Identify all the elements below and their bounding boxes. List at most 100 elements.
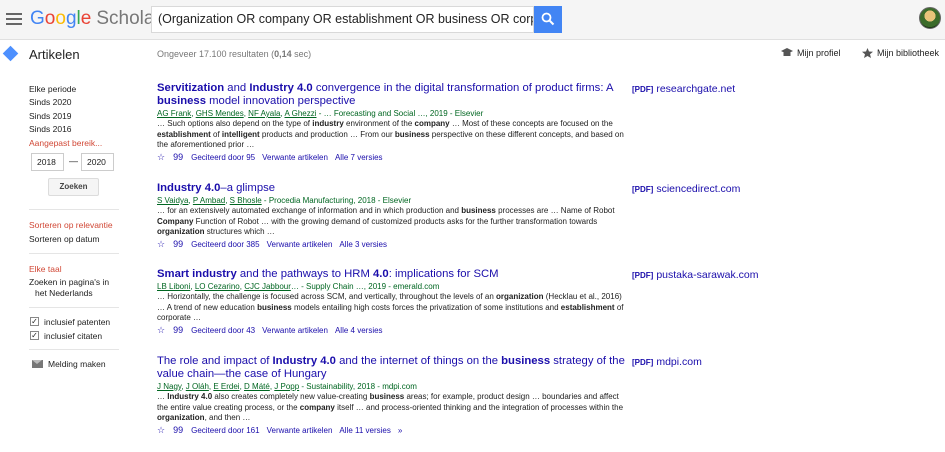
author-link[interactable]: LO Cezarino (195, 282, 240, 291)
snippet-part: … Most of these concepts are focused on … (449, 119, 613, 128)
result-title-link[interactable]: Smart industry and the pathways to HRM 4… (157, 268, 627, 281)
author-link[interactable]: AG Frank (157, 109, 191, 118)
snippet-part: processes are … Name of Robot (495, 206, 615, 215)
snippet-part: establishment (157, 129, 211, 139)
all-versions-link[interactable]: Alle 4 versies (335, 326, 383, 335)
pdf-link[interactable]: [PDF] pustaka-sarawak.com (632, 269, 758, 281)
filter-custom-range[interactable]: Aangepast bereik... (29, 138, 102, 148)
author-link[interactable]: J Oláh (186, 382, 209, 391)
divider (29, 349, 119, 350)
snippet-part: company (414, 119, 450, 128)
save-star-icon[interactable]: ☆ (157, 325, 165, 335)
related-articles-link[interactable]: Verwante artikelen (267, 240, 333, 249)
sub-header: Artikelen Ongeveer 17.100 resultaten (0,… (0, 41, 945, 69)
author-link[interactable]: GHS Mendes (196, 109, 244, 118)
snippet-part: products and production … From our (259, 129, 395, 139)
all-versions-link[interactable]: Alle 7 versies (335, 153, 383, 162)
result-source: … - Supply Chain …, 2019 - emerald.com (290, 282, 440, 291)
result-title-part: and the internet of things on the (335, 355, 502, 367)
section-label[interactable]: Artikelen (29, 47, 80, 62)
snippet-part: … (157, 392, 168, 401)
snippet-part: organization (495, 292, 544, 301)
cite-icon[interactable]: 99 (173, 325, 183, 335)
include-patents-label[interactable]: inclusief patenten (44, 317, 110, 327)
author-link[interactable]: CJC Jabbour (244, 282, 291, 291)
related-articles-link[interactable]: Verwante artikelen (262, 153, 328, 162)
filter-any-language[interactable]: Elke taal (29, 264, 62, 274)
cited-by-link[interactable]: Geciteerd door 385 (191, 240, 260, 249)
sort-by-relevance[interactable]: Sorteren op relevantie (29, 220, 113, 230)
year-from-input[interactable]: 2018 (31, 153, 64, 171)
author-link[interactable]: J Nagy (157, 382, 181, 391)
all-versions-link[interactable]: Alle 11 versies (339, 426, 390, 435)
author-link[interactable]: LB Liboni (157, 282, 190, 291)
filter-since-2019[interactable]: Sinds 2019 (29, 111, 72, 121)
my-profile-label: Mijn profiel (797, 48, 841, 58)
logo-letter: g (65, 8, 77, 29)
more-icon[interactable]: » (398, 426, 402, 435)
filter-any-time[interactable]: Elke periode (29, 84, 76, 94)
result-title-link[interactable]: Servitization and Industry 4.0 convergen… (157, 82, 627, 108)
snippet-part: industry (312, 119, 344, 128)
snippet-part: Function of Robot … with the growing dem… (193, 216, 598, 226)
author-link[interactable]: P Ambad (193, 196, 225, 205)
avatar[interactable] (919, 7, 941, 29)
pdf-tag: [PDF] (632, 185, 654, 194)
pdf-link[interactable]: [PDF] sciencedirect.com (632, 183, 740, 195)
search-input[interactable]: (Organization OR company OR establishmen… (151, 6, 534, 33)
author-link[interactable]: A Ghezzi (285, 109, 317, 118)
result-title-link[interactable]: Industry 4.0–a glimpse (157, 182, 627, 195)
author-link[interactable]: S Vaidya (157, 196, 188, 205)
author-link[interactable]: E Erdei (213, 382, 239, 391)
related-articles-link[interactable]: Verwante artikelen (267, 426, 333, 435)
result-title-part: Smart industry (157, 268, 237, 280)
results-time: 0,14 (274, 49, 292, 59)
author-link[interactable]: D Máté (244, 382, 270, 391)
include-citations-label[interactable]: inclusief citaten (44, 331, 102, 341)
logo-letter: G (30, 8, 45, 29)
include-patents-checkbox[interactable]: ✓ (30, 317, 39, 326)
snippet-part: … Such options also depend on the type o… (157, 119, 313, 128)
save-star-icon[interactable]: ☆ (157, 425, 165, 435)
filter-dutch-pages-cont[interactable]: het Nederlands (35, 288, 93, 298)
snippet-part: establishment (560, 302, 615, 312)
result-title-part: Industry 4.0 (272, 355, 336, 367)
save-star-icon[interactable]: ☆ (157, 239, 165, 249)
search-button[interactable] (534, 6, 562, 33)
author-link[interactable]: S Bhosle (230, 196, 262, 205)
pdf-domain: mdpi.com (656, 356, 702, 368)
author-link[interactable]: NF Ayala (248, 109, 280, 118)
search-result: Smart industry and the pathways to HRM 4… (157, 268, 627, 336)
author-link[interactable]: J Popp (274, 382, 299, 391)
save-star-icon[interactable]: ☆ (157, 152, 165, 162)
snippet-part: , and then … (204, 413, 251, 422)
cited-by-link[interactable]: Geciteerd door 161 (191, 426, 260, 435)
mail-icon[interactable] (32, 360, 43, 368)
pdf-link[interactable]: [PDF] mdpi.com (632, 356, 702, 368)
result-actions: ☆ 99 Geciteerd door 161 Verwante artikelen A… (157, 425, 627, 436)
cite-icon[interactable]: 99 (173, 425, 183, 435)
filter-since-2020[interactable]: Sinds 2020 (29, 97, 72, 107)
include-citations-checkbox[interactable]: ✓ (30, 331, 39, 340)
google-scholar-logo[interactable]: Google Scholar (30, 8, 161, 30)
snippet-part: business (461, 206, 496, 215)
menu-icon[interactable] (6, 11, 22, 27)
cite-icon[interactable]: 99 (173, 239, 183, 249)
cited-by-link[interactable]: Geciteerd door 95 (191, 153, 255, 162)
my-profile-link[interactable]: Mijn profiel (781, 48, 841, 58)
cite-icon[interactable]: 99 (173, 152, 183, 162)
filter-since-2016[interactable]: Sinds 2016 (29, 124, 72, 134)
snippet-part: business (369, 392, 405, 401)
all-versions-link[interactable]: Alle 3 versies (339, 240, 387, 249)
pdf-link[interactable]: [PDF] researchgate.net (632, 83, 735, 95)
apply-range-button[interactable]: Zoeken (48, 178, 99, 196)
graduation-cap-icon (781, 48, 793, 56)
sort-by-date[interactable]: Sorteren op datum (29, 234, 99, 244)
cited-by-link[interactable]: Geciteerd door 43 (191, 326, 255, 335)
filter-dutch-pages[interactable]: Zoeken in pagina's in (29, 277, 109, 287)
related-articles-link[interactable]: Verwante artikelen (262, 326, 328, 335)
year-to-input[interactable]: 2020 (81, 153, 114, 171)
create-alert-link[interactable]: Melding maken (48, 359, 106, 369)
result-title-link[interactable]: The role and impact of Industry 4.0 and … (157, 355, 627, 381)
my-library-link[interactable]: Mijn bibliotheek (862, 48, 939, 58)
